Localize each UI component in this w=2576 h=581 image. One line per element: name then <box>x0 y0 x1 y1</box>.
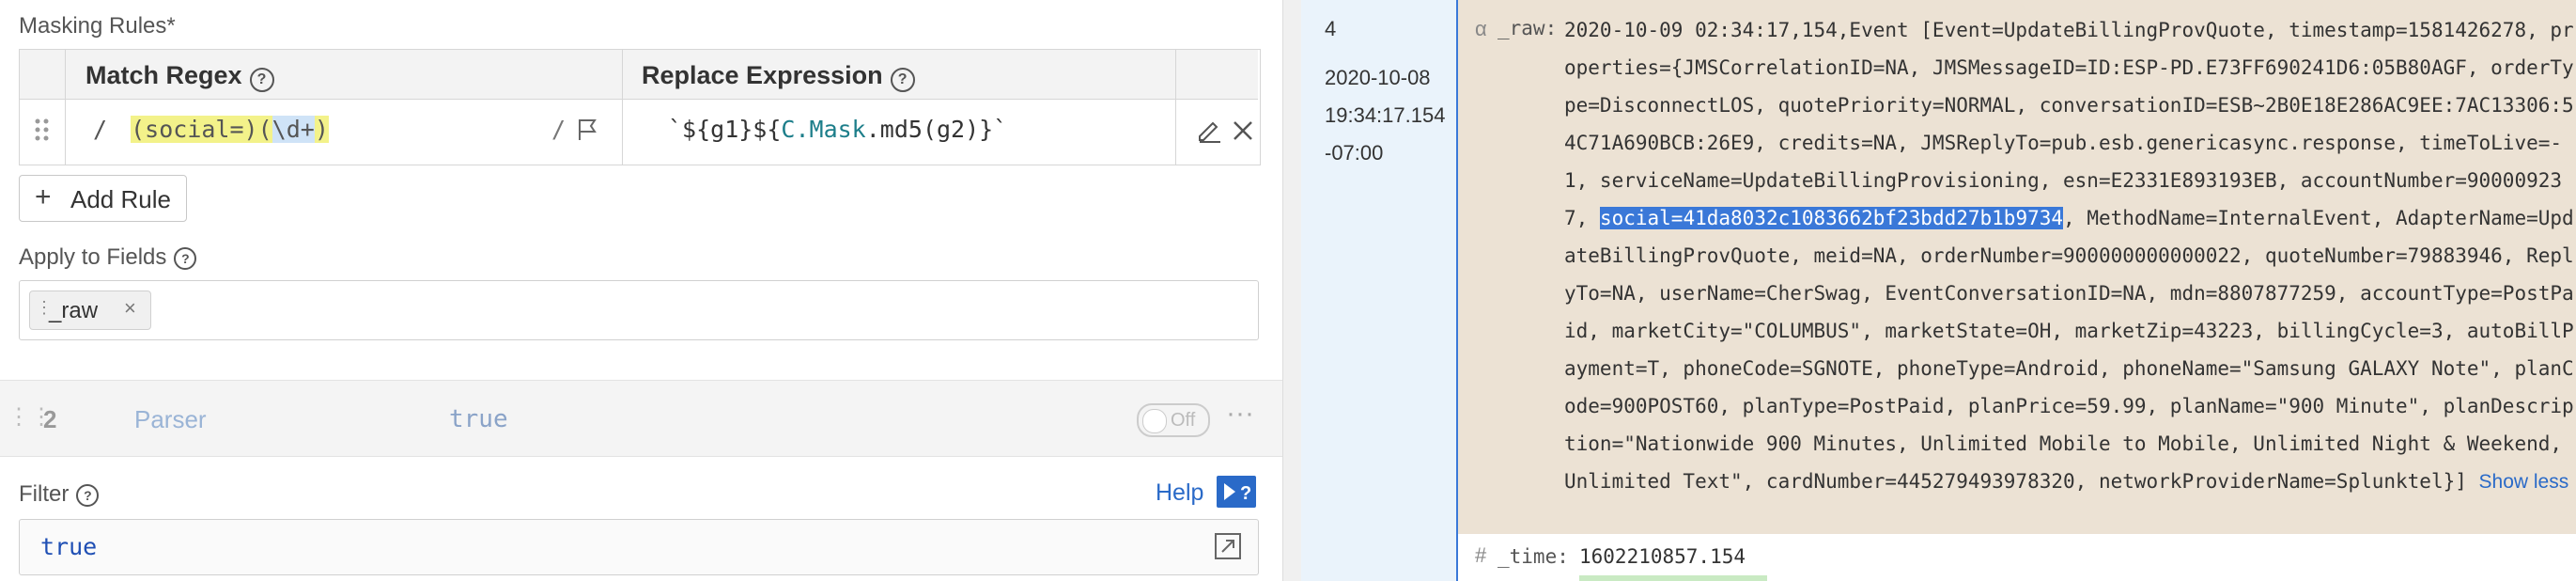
help-icon[interactable]: ? <box>890 67 915 92</box>
filter-value: true <box>40 533 98 560</box>
toggle-label: Off <box>1171 410 1196 431</box>
event-timezone: -07:00 <box>1325 141 1384 165</box>
drag-handle-icon[interactable] <box>34 118 51 150</box>
masking-rules-label: Masking Rules* <box>19 13 176 39</box>
time-field-value: 1602210857.154 <box>1579 545 1746 568</box>
filter-label: Filter? <box>19 481 100 508</box>
toggle-knob <box>1142 409 1167 433</box>
svg-text:?: ? <box>1240 483 1251 504</box>
help-icon[interactable]: ? <box>249 67 274 92</box>
more-options-icon[interactable]: ··· <box>1226 398 1254 430</box>
pane-splitter[interactable] <box>1282 0 1303 581</box>
event-time: 19:34:17.154 <box>1325 103 1446 127</box>
field-chip-label: _raw <box>49 298 99 323</box>
function-number: 2 <box>43 405 57 433</box>
preview-pane: 4 2020-10-08 19:34:17.154 -07:00 α _raw:… <box>1301 0 2576 581</box>
match-regex-header: Match Regex? <box>85 61 274 92</box>
raw-field-key: _raw: <box>1497 17 1558 39</box>
divider <box>1175 50 1176 165</box>
field-chip[interactable]: ⋮ _raw × <box>29 290 151 330</box>
function-filter: true <box>449 405 508 433</box>
match-regex-input[interactable]: / (social=)(\d+) <box>93 116 329 143</box>
function-name: Parser <box>134 405 207 433</box>
add-rule-button[interactable]: + Add Rule <box>19 175 187 222</box>
expand-editor-icon[interactable] <box>1213 531 1243 566</box>
flags-icon[interactable] <box>576 118 600 147</box>
help-icon[interactable]: ? <box>174 246 197 270</box>
regex-close-slash: / <box>551 116 566 143</box>
divider <box>622 50 623 165</box>
function-row[interactable]: ⋮⋮ 2 Parser true Off ··· <box>0 380 1282 457</box>
apply-to-fields-label: Apply to Fields? <box>19 244 197 271</box>
masked-social-value: social=41da8032c1083662bf23bdd27b1b9734 <box>1599 207 2064 229</box>
replace-expression-input[interactable]: `${g1}${C.Mask.md5(g2)}` <box>668 116 1007 143</box>
add-rule-label: Add Rule <box>70 185 171 213</box>
function-toggle[interactable]: Off <box>1137 403 1210 437</box>
raw-text: , MethodName=InternalEvent, AdapterName=… <box>1564 207 2574 493</box>
divider <box>65 50 66 165</box>
delete-rule-icon[interactable] <box>1232 119 1254 147</box>
remove-chip-icon[interactable]: × <box>124 296 136 321</box>
apply-fields-input[interactable]: ⋮ _raw × <box>19 280 1259 340</box>
edit-icon[interactable] <box>1196 118 1222 149</box>
filter-expression-input[interactable]: true <box>19 519 1259 575</box>
raw-text: 2020-10-09 02:34:17,154,Event [Event=Upd… <box>1564 19 2574 229</box>
time-field-key: _time: <box>1497 545 1569 568</box>
string-type-icon: α <box>1475 17 1487 40</box>
help-icon[interactable]: ? <box>76 483 100 507</box>
event-date: 2020-10-08 <box>1325 66 1431 89</box>
plus-icon: + <box>35 181 52 212</box>
masking-rules-table: Match Regex? Replace Expression? / (soci… <box>19 49 1261 165</box>
number-type-icon: # <box>1475 543 1487 567</box>
event-number: 4 <box>1325 17 1337 40</box>
show-less-link[interactable]: Show less <box>2479 471 2569 493</box>
replace-expression-header: Replace Expression? <box>642 61 915 92</box>
help-link[interactable]: Help <box>1156 479 1203 507</box>
raw-field-value: 2020-10-09 02:34:17,154,Event [Event=Upd… <box>1564 11 2574 534</box>
added-field-indicator <box>1579 575 1767 581</box>
pipeline-function-panel: Masking Rules* Match Regex? Replace Expr… <box>0 0 1282 581</box>
help-toggle-icon[interactable]: ? <box>1217 476 1256 508</box>
